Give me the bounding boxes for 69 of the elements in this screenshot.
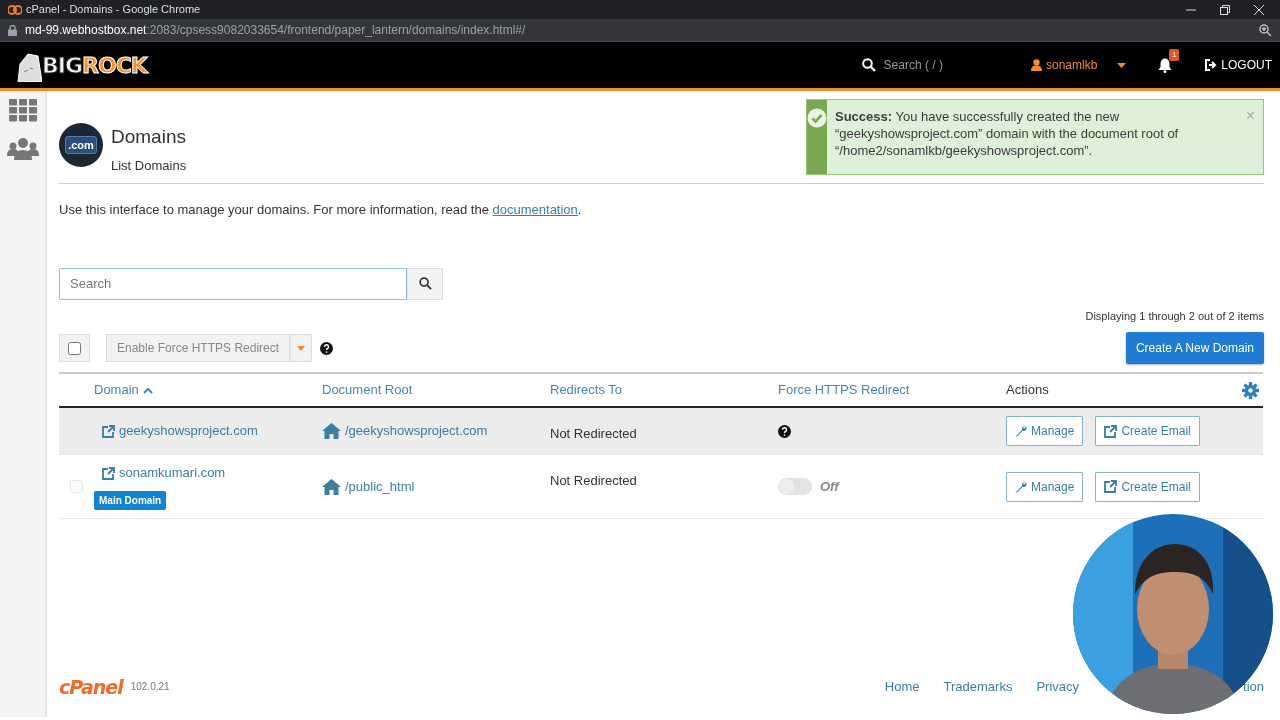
home-icon [322,423,341,439]
external-link-icon [102,466,115,480]
document-root-link[interactable]: /public_html [322,476,415,497]
wrench-icon [1015,425,1027,437]
redirect-status: Not Redirected [550,473,637,488]
notification-count: 1 [1168,49,1180,62]
dropdown-toggle[interactable] [290,334,313,362]
external-link-icon [102,424,115,438]
logout-button[interactable]: LOGOUT [1196,56,1280,74]
user-menu[interactable]: sonamlkb [1014,42,1143,88]
manage-button[interactable]: Manage [1006,416,1084,446]
footer-link[interactable]: tion [1243,677,1264,697]
close-icon[interactable] [1254,4,1264,15]
external-link-icon [1104,480,1118,493]
domains-icon: .com [59,123,103,167]
domain-link[interactable]: sonamkumari.com [102,463,226,483]
page-subtitle: List Domains [111,156,187,175]
users-icon[interactable] [6,138,39,160]
page-title: Domains [111,125,187,149]
footer-link[interactable]: Home [884,677,920,697]
app-icon [8,3,22,16]
create-domain-button[interactable]: Create A New Domain [1125,332,1264,364]
restore-icon[interactable] [1220,4,1230,15]
item-count: Displaying 1 through 2 out of 2 items [1084,308,1264,324]
wrench-icon [1015,480,1027,493]
create-email-button[interactable]: Create Email [1095,471,1200,502]
help-icon[interactable] [320,341,334,355]
column-header[interactable]: Redirects To [550,380,622,400]
redirect-status: Not Redirected [550,426,637,441]
search-field[interactable]: Search [59,267,407,300]
lock-icon [8,24,17,36]
cpanel-logo: cPanel [59,674,123,700]
search-button[interactable] [407,267,443,300]
grid-icon[interactable] [8,99,37,122]
https-toggle[interactable] [778,478,812,495]
manage-button[interactable]: Manage [1006,471,1084,502]
logo: BIGROCK [42,51,147,80]
gear-icon[interactable] [1242,381,1259,399]
user-icon [1030,59,1042,71]
column-header: Actions [1006,381,1049,400]
external-link-icon [1104,424,1118,438]
documentation-link[interactable]: documentation [492,202,578,217]
header-search[interactable]: Search ( / ) [861,42,1015,88]
alert-message: Success: You have successfully created the new “geekyshowsproject.com” domain with the document root of “/home2/sonamlkb/geekyshowsproject.com”. [834,108,1180,160]
main-domain-badge: Main Domain [94,490,167,510]
create-email-button[interactable]: Create Email [1095,416,1200,446]
domain-link[interactable]: geekyshowsproject.com [102,421,258,441]
rock-icon [16,51,42,82]
sort-ascending-icon[interactable] [142,386,153,394]
footer-link[interactable]: Privacy [1036,677,1080,697]
intro-text: Use this interface to manage your domains. For more information, read the documentation. [59,201,583,219]
column-header[interactable]: Document Root [322,380,413,400]
footer-link[interactable]: Trademarks [943,677,1013,697]
bell-icon[interactable] [1158,58,1173,74]
home-icon [322,478,341,495]
document-root-link[interactable]: /geekyshowsproject.com [322,421,488,441]
logout-icon [1204,59,1218,71]
column-header[interactable]: Domain [94,380,139,400]
toggle-label: Off [820,477,839,496]
select-all-checkbox[interactable] [68,341,81,355]
zoom-icon[interactable] [1259,23,1272,37]
version-text: 102.0.21 [130,680,170,695]
help-icon[interactable] [778,424,791,438]
caret-icon [1117,62,1127,68]
column-header[interactable]: Force HTTPS Redirect [778,380,910,400]
caret-icon [297,345,306,351]
window-title: cPanel - Domains - Google Chrome [26,2,201,18]
search-icon [861,58,876,72]
search-icon [418,277,432,290]
